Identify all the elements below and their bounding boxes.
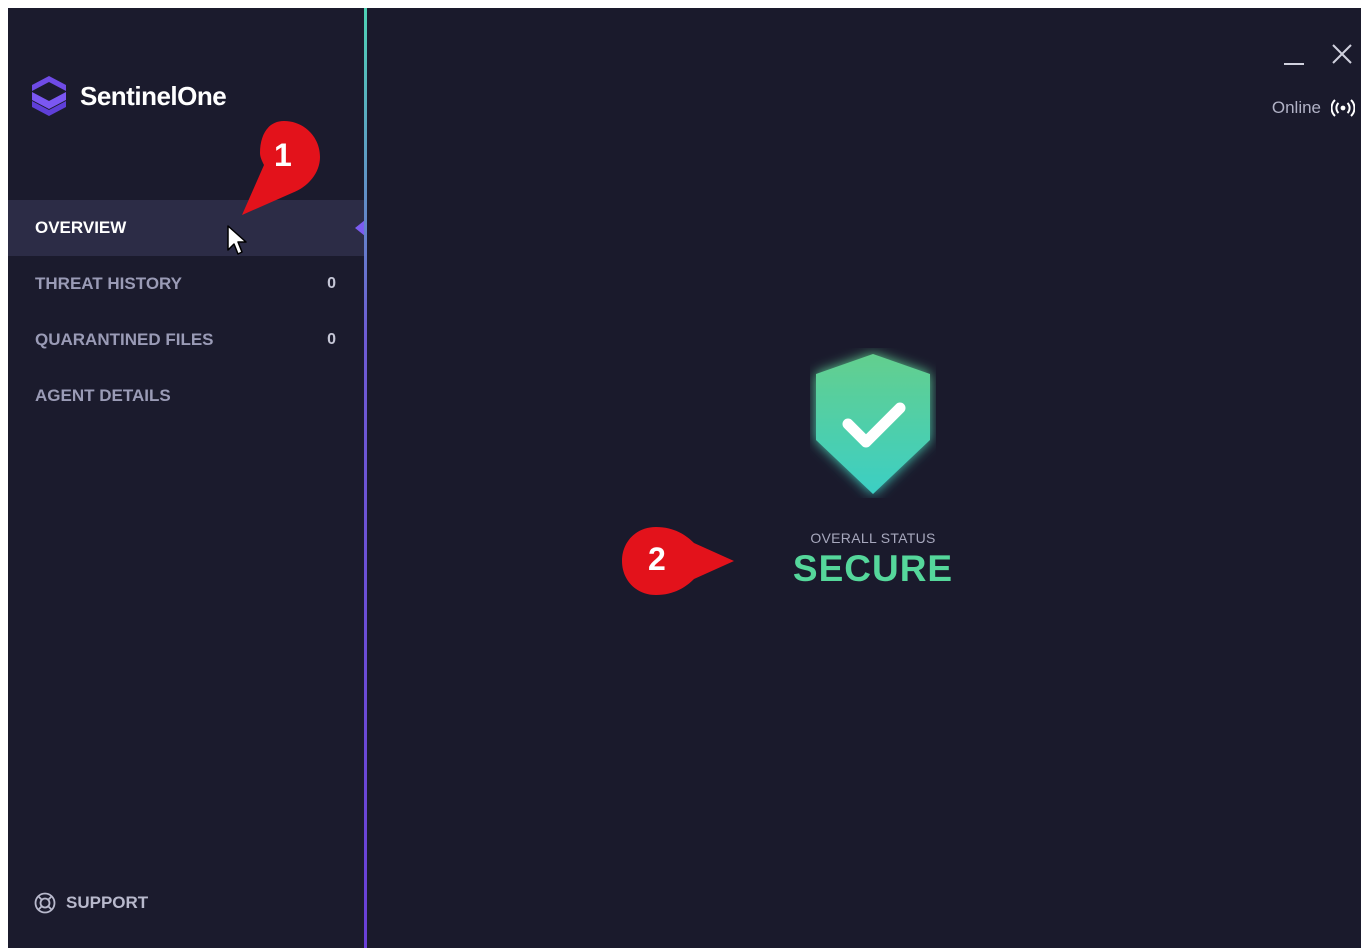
minimize-icon[interactable] xyxy=(1283,42,1305,66)
brand-name: SentinelOne xyxy=(80,80,227,111)
brand-logo: SentinelOne xyxy=(30,74,227,118)
marker-number: 2 xyxy=(648,541,666,577)
threat-count: 0 xyxy=(327,275,336,292)
sidebar-item-threat-history[interactable]: THREAT HISTORY 0 xyxy=(8,256,364,312)
sidebar-item-label: OVERVIEW xyxy=(35,218,127,237)
annotation-marker-1: 1 xyxy=(238,117,322,219)
quarantine-count: 0 xyxy=(327,331,336,348)
support-label: SUPPORT xyxy=(66,893,149,912)
status-label: OVERALL STATUS xyxy=(810,530,936,546)
marker-number: 1 xyxy=(274,137,292,173)
status-value: SECURE xyxy=(792,548,954,589)
window-controls xyxy=(1283,42,1353,66)
connection-status: Online xyxy=(1272,98,1355,118)
lifebuoy-icon xyxy=(34,892,56,914)
overall-status: OVERALL STATUS SECURE xyxy=(768,348,978,590)
sidebar-divider xyxy=(364,8,367,948)
connection-status-text: Online xyxy=(1271,98,1321,117)
broadcast-icon xyxy=(1331,99,1355,117)
annotation-marker-2: 2 xyxy=(620,525,736,597)
sidebar-nav: OVERVIEW THREAT HISTORY 0 QUARANTINED FI… xyxy=(8,200,365,424)
sidebar-item-agent-details[interactable]: AGENT DETAILS xyxy=(8,368,364,424)
sidebar-item-label: QUARANTINED FILES xyxy=(35,330,214,349)
close-icon[interactable] xyxy=(1331,42,1353,66)
sidebar-item-label: THREAT HISTORY xyxy=(35,274,183,293)
sentinelone-logo-icon xyxy=(32,76,66,116)
app-window: SentinelOne OVERVIEW THREAT HISTORY 0 QU… xyxy=(8,8,1361,948)
sidebar-item-label: AGENT DETAILS xyxy=(35,386,171,405)
sidebar-item-quarantined-files[interactable]: QUARANTINED FILES 0 xyxy=(8,312,364,368)
support-link[interactable]: SUPPORT xyxy=(34,892,148,914)
shield-check-icon xyxy=(816,354,930,494)
mouse-cursor-icon xyxy=(227,225,247,255)
marker-pin-icon xyxy=(622,527,734,595)
